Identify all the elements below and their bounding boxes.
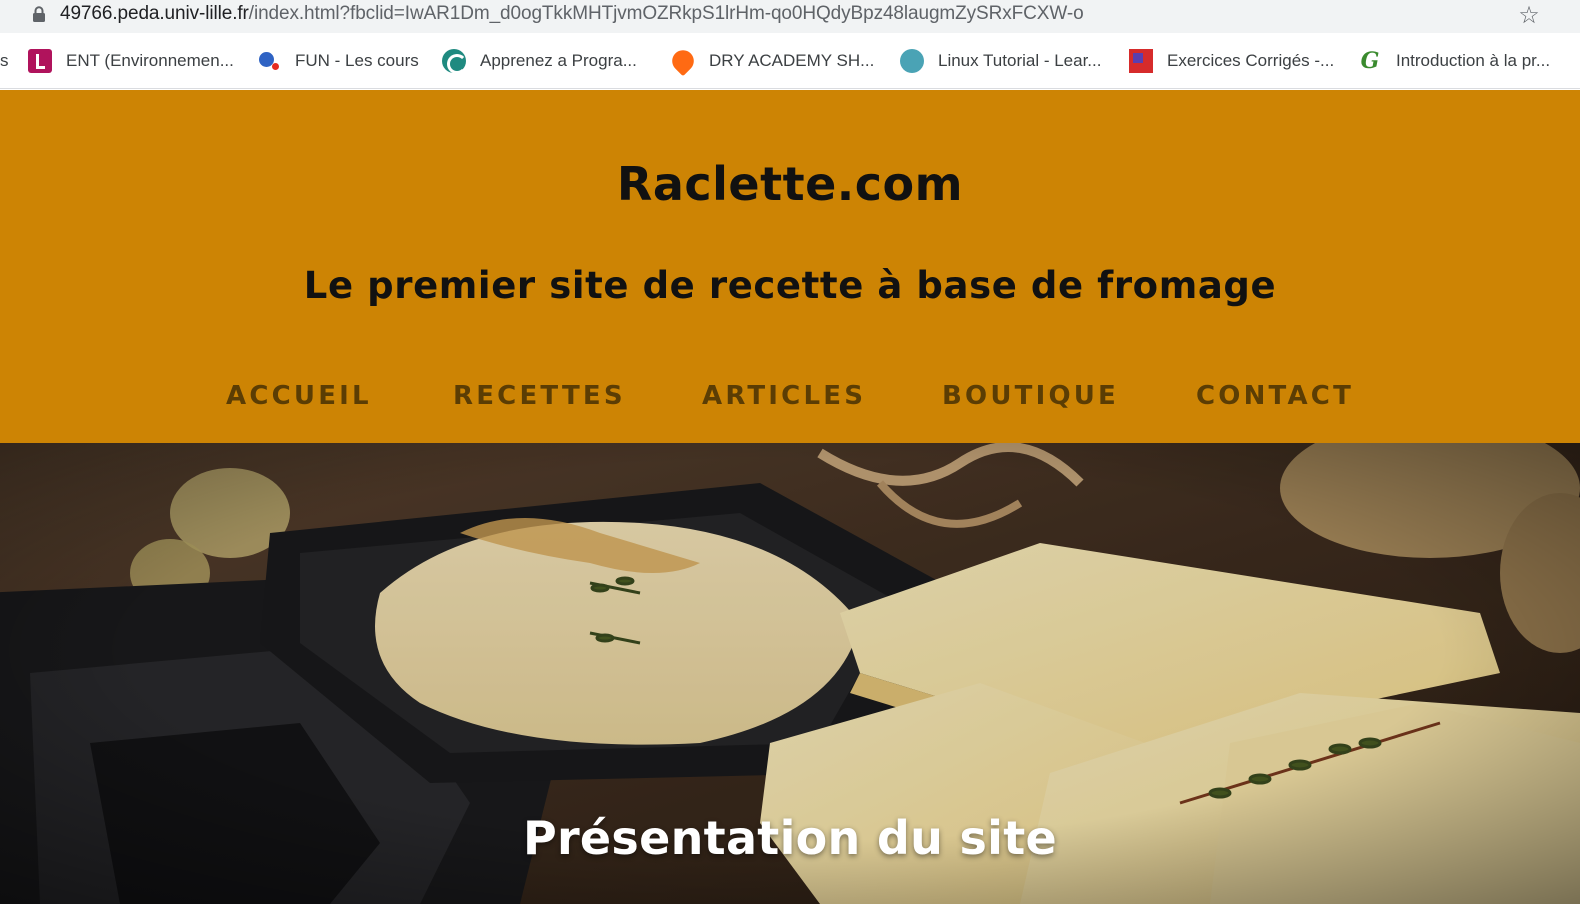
- url-text[interactable]: 49766.peda.univ-lille.fr/index.html?fbcl…: [60, 3, 1084, 25]
- g-favicon-icon: G: [1360, 48, 1380, 74]
- main-nav: ACCUEIL RECETTES ARTICLES BOUTIQUE CONTA…: [0, 378, 1580, 414]
- bookmark-linux-tutorial[interactable]: Linux Tutorial - Lear...: [900, 47, 1101, 75]
- site-title: Raclette.com: [616, 157, 964, 211]
- bookmark-label: DRY ACADEMY SH...: [709, 51, 875, 70]
- nav-accueil[interactable]: ACCUEIL: [226, 378, 372, 414]
- bookmarks-bar: s ENT (Environnemen... FUN - Les cours A…: [0, 33, 1580, 89]
- nav-boutique[interactable]: BOUTIQUE: [942, 378, 1119, 414]
- lock-icon[interactable]: [32, 6, 46, 22]
- linux-favicon-icon: [900, 49, 924, 73]
- bookmark-overflow-edge[interactable]: s: [0, 47, 9, 75]
- url-host: 49766.peda.univ-lille.fr: [60, 3, 249, 24]
- nav-recettes[interactable]: RECETTES: [453, 378, 626, 414]
- hero-title: Présentation du site: [522, 811, 1058, 865]
- bookmark-dry-academy[interactable]: DRY ACADEMY SH...: [667, 45, 875, 77]
- nav-contact[interactable]: CONTACT: [1196, 378, 1354, 414]
- address-bar[interactable]: 49766.peda.univ-lille.fr/index.html?fbcl…: [10, 0, 1568, 29]
- bookmark-label: Apprenez a Progra...: [480, 51, 637, 70]
- bookmark-ent[interactable]: ENT (Environnemen...: [28, 47, 234, 75]
- ent-favicon-icon: [28, 49, 52, 73]
- browser-toolbar: 49766.peda.univ-lille.fr/index.html?fbcl…: [0, 0, 1580, 33]
- dry-academy-favicon-icon: [667, 45, 699, 77]
- bookmark-label: Linux Tutorial - Lear...: [938, 51, 1102, 70]
- bookmark-exercices[interactable]: Exercices Corrigés -...: [1129, 47, 1334, 75]
- bookmark-label: Introduction à la pr...: [1396, 51, 1551, 70]
- site-header: Raclette.com Le premier site de recette …: [0, 90, 1580, 443]
- bookmark-label: FUN - Les cours: [295, 51, 419, 70]
- nav-articles[interactable]: ARTICLES: [702, 378, 866, 414]
- hero-banner: Présentation du site: [0, 443, 1580, 904]
- bookmark-label: Exercices Corrigés -...: [1167, 51, 1335, 70]
- bookmark-label: ENT (Environnemen...: [66, 51, 234, 70]
- fun-favicon-icon: [257, 49, 281, 73]
- url-path: /index.html?fbclid=IwAR1Dm_d0ogTkkMHTjvm…: [248, 3, 1084, 24]
- exercices-favicon-icon: [1129, 49, 1153, 73]
- bookmark-fun[interactable]: FUN - Les cours: [257, 47, 419, 75]
- bookmark-openclassrooms[interactable]: Apprenez a Progra...: [442, 47, 637, 75]
- openclassrooms-favicon-icon: [442, 49, 467, 74]
- bookmark-star-icon[interactable]: ☆: [1516, 2, 1542, 28]
- site-tagline: Le premier site de recette à base de fro…: [303, 264, 1277, 307]
- bookmark-introduction[interactable]: G Introduction à la pr...: [1358, 47, 1550, 75]
